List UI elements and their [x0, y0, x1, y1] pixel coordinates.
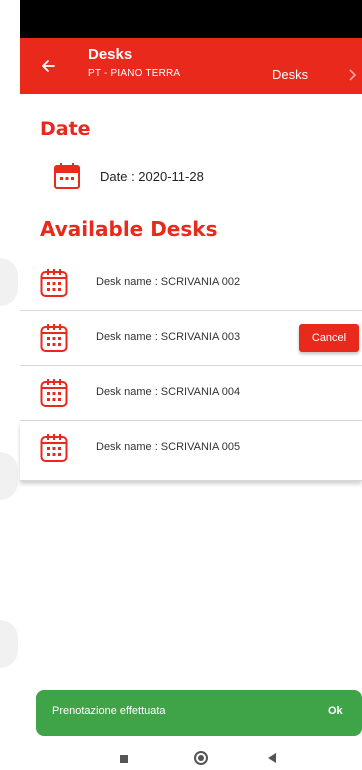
available-desks-title: Available Desks	[40, 217, 218, 241]
cancel-button[interactable]: Cancel	[299, 324, 359, 352]
home-button[interactable]	[194, 751, 208, 765]
desk-name: Desk name : SCRIVANIA 005	[96, 441, 241, 453]
app-subtitle: PT - PIANO TERRA	[88, 68, 181, 79]
back-nav-button[interactable]	[268, 753, 276, 763]
snackbar-message: Prenotazione effettuata	[52, 705, 166, 717]
left-edge-decoration	[0, 258, 18, 306]
app-title: Desks	[88, 46, 133, 63]
desk-name: Desk name : SCRIVANIA 002	[96, 276, 241, 288]
snackbar-ok-button[interactable]: Ok	[328, 705, 343, 717]
desk-list-item[interactable]: Desk name : SCRIVANIA 003 Cancel	[20, 311, 362, 366]
desk-list-item[interactable]: Desk name : SCRIVANIA 002	[20, 256, 362, 311]
left-edge-decoration	[0, 452, 18, 500]
system-nav-bar	[20, 748, 362, 770]
left-edge-decoration	[0, 620, 18, 668]
desks-tab[interactable]: Desks	[272, 67, 308, 82]
calendar-icon	[40, 324, 68, 352]
calendar-icon	[40, 379, 68, 407]
desk-name: Desk name : SCRIVANIA 004	[96, 386, 241, 398]
calendar-icon	[40, 269, 68, 297]
arrow-left-icon	[42, 60, 55, 72]
date-label: Date : 2020-11-28	[100, 168, 204, 184]
desk-name: Desk name : SCRIVANIA 003	[96, 331, 241, 343]
app-bar: Desks PT - PIANO TERRA Desks	[20, 38, 362, 94]
calendar-icon	[40, 434, 68, 462]
calendar-icon	[54, 163, 80, 189]
status-bar	[20, 0, 362, 38]
date-section-title: Date	[40, 118, 91, 140]
back-button[interactable]	[34, 52, 62, 80]
recents-button[interactable]	[120, 755, 128, 763]
desk-list-item[interactable]: Desk name : SCRIVANIA 004	[20, 366, 362, 421]
chevron-right-icon[interactable]	[344, 67, 362, 83]
date-row: Date : 2020-11-28	[54, 160, 204, 192]
desk-list-item[interactable]: Desk name : SCRIVANIA 005	[20, 421, 362, 481]
snackbar: Prenotazione effettuata Ok	[36, 690, 362, 736]
desk-list: Desk name : SCRIVANIA 002 Desk name : SC…	[20, 256, 362, 481]
